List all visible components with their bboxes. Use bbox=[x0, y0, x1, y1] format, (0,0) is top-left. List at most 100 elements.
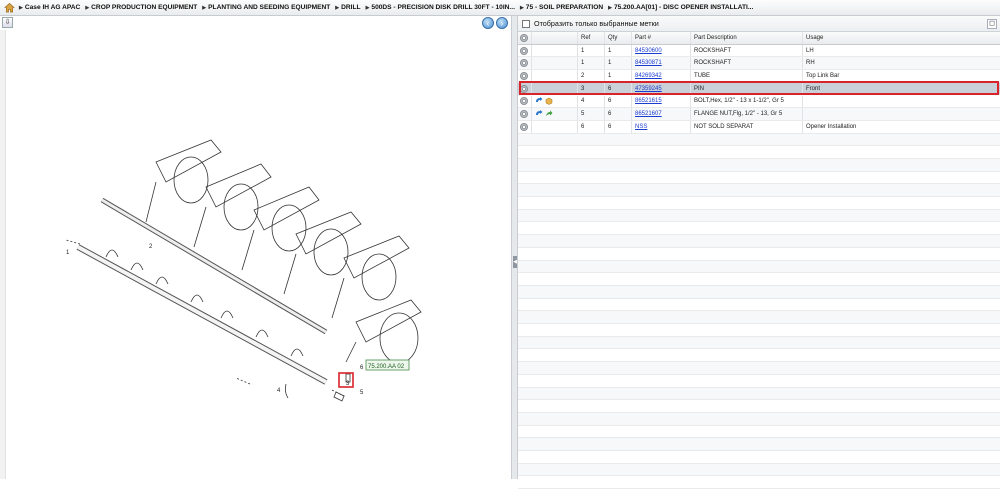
empty-row bbox=[518, 286, 1000, 299]
breadcrumb-item[interactable]: DRILL bbox=[335, 4, 360, 11]
chevron-left-icon: ‹ bbox=[487, 19, 490, 28]
cell-ref: 3 bbox=[578, 83, 605, 95]
cell-qty: 6 bbox=[605, 121, 632, 133]
cell-usage bbox=[803, 108, 1000, 120]
settings-gear-icon[interactable] bbox=[520, 34, 528, 42]
empty-row bbox=[518, 261, 1000, 274]
next-diagram-button[interactable]: › bbox=[496, 17, 508, 29]
empty-row bbox=[518, 172, 1000, 185]
expand-icon: ◻ bbox=[989, 20, 995, 27]
part-number-link[interactable]: 84530871 bbox=[635, 60, 662, 66]
callout-4: 4 bbox=[277, 388, 281, 394]
part-number-link[interactable]: 86521615 bbox=[635, 98, 662, 104]
diagram-toolbar-button[interactable]: ⇩ bbox=[2, 17, 13, 28]
cell-ref: 5 bbox=[578, 108, 605, 120]
header-desc[interactable]: Part Description bbox=[691, 32, 803, 44]
empty-row bbox=[518, 273, 1000, 286]
cell-qty: 1 bbox=[605, 70, 632, 82]
empty-row bbox=[518, 159, 1000, 172]
row-options-icon[interactable] bbox=[520, 85, 528, 93]
replacement-arrow-icon[interactable] bbox=[535, 110, 543, 118]
row-options-icon[interactable] bbox=[520, 123, 528, 131]
chevron-right-icon: › bbox=[501, 19, 504, 28]
empty-row bbox=[518, 134, 1000, 147]
header-actions bbox=[532, 32, 578, 44]
show-selected-only-checkbox[interactable] bbox=[522, 20, 530, 28]
row-options-icon[interactable] bbox=[520, 97, 528, 105]
table-row[interactable]: 6 6 NSS NOT SOLD SEPARAT Opener Installa… bbox=[518, 121, 1000, 134]
pane-splitter[interactable]: ◀ bbox=[511, 16, 518, 479]
cell-ref: 1 bbox=[578, 57, 605, 69]
table-row[interactable]: 1 1 84530871 ROCKSHAFT RH bbox=[518, 57, 1000, 70]
part-number-link[interactable]: 84269342 bbox=[635, 73, 662, 79]
ref-link-label[interactable]: 75.200.AA 02 bbox=[368, 364, 405, 370]
cell-desc: BOLT,Hex, 1/2" - 13 x 1-1/2", Gr 5 bbox=[691, 96, 803, 108]
cell-usage: Front bbox=[803, 83, 1000, 95]
breadcrumb-item[interactable]: Case IH AG APAC bbox=[19, 4, 80, 11]
cell-qty: 6 bbox=[605, 96, 632, 108]
callout-2: 2 bbox=[149, 244, 153, 250]
empty-row bbox=[518, 375, 1000, 388]
empty-row bbox=[518, 438, 1000, 451]
empty-row bbox=[518, 235, 1000, 248]
callout-1: 1 bbox=[66, 250, 70, 256]
table-row[interactable]: 2 1 84269342 TUBE Top Link Bar bbox=[518, 70, 1000, 83]
empty-row bbox=[518, 324, 1000, 337]
empty-row bbox=[518, 311, 1000, 324]
row-options-icon[interactable] bbox=[520, 47, 528, 55]
cell-qty: 6 bbox=[605, 83, 632, 95]
header-qty[interactable]: Qty bbox=[605, 32, 632, 44]
part-number-link[interactable]: 84530600 bbox=[635, 48, 662, 54]
table-row[interactable]: 4 6 86521615 BOLT,Hex, 1/2" - 13 x 1-1/2… bbox=[518, 96, 1000, 109]
cell-qty: 6 bbox=[605, 108, 632, 120]
empty-row bbox=[518, 400, 1000, 413]
prev-diagram-button[interactable]: ‹ bbox=[482, 17, 494, 29]
table-row[interactable]: 1 1 84530600 ROCKSHAFT LH bbox=[518, 45, 1000, 58]
cell-usage: RH bbox=[803, 57, 1000, 69]
cell-qty: 1 bbox=[605, 57, 632, 69]
cell-desc: ROCKSHAFT bbox=[691, 45, 803, 57]
cell-desc: PIN bbox=[691, 83, 803, 95]
row-options-icon[interactable] bbox=[520, 110, 528, 118]
cell-usage: Opener Installation bbox=[803, 121, 1000, 133]
expand-pane-button[interactable]: ◻ bbox=[987, 19, 997, 29]
green-arrow-icon[interactable] bbox=[545, 110, 553, 118]
row-options-icon[interactable] bbox=[520, 72, 528, 80]
download-icon: ⇩ bbox=[5, 19, 11, 26]
empty-row bbox=[518, 413, 1000, 426]
filter-bar: Отобразить только выбранные метки ◻ bbox=[518, 16, 1000, 32]
empty-row bbox=[518, 477, 1000, 489]
table-row[interactable]: 5 6 86521607 FLANGE NUT,Flg, 1/2" - 13, … bbox=[518, 108, 1000, 121]
cell-ref: 6 bbox=[578, 121, 605, 133]
table-row-selected[interactable]: 3 6 47359245 PIN Front bbox=[518, 83, 1000, 96]
breadcrumb-item[interactable]: 500DS - PRECISION DISK DRILL 30FT - 10IN… bbox=[366, 4, 515, 11]
package-icon[interactable] bbox=[545, 97, 553, 105]
breadcrumb: Case IH AG APAC CROP PRODUCTION EQUIPMEN… bbox=[0, 0, 1000, 16]
part-number-link[interactable]: 47359245 bbox=[635, 86, 662, 92]
empty-row bbox=[518, 388, 1000, 401]
header-part[interactable]: Part # bbox=[632, 32, 691, 44]
empty-row bbox=[518, 464, 1000, 477]
breadcrumb-item[interactable]: 75.200.AA[01] - DISC OPENER INSTALLATI..… bbox=[608, 4, 753, 11]
breadcrumb-item[interactable]: 75 - SOIL PREPARATION bbox=[520, 4, 603, 11]
cell-desc: TUBE bbox=[691, 70, 803, 82]
diagram-pane: ⇩ ‹ › bbox=[0, 16, 511, 479]
header-usage[interactable]: Usage bbox=[803, 32, 1000, 44]
collapse-arrow-icon[interactable]: ◀ bbox=[513, 256, 517, 268]
row-options-icon[interactable] bbox=[520, 59, 528, 67]
cell-ref: 2 bbox=[578, 70, 605, 82]
show-selected-only-label: Отобразить только выбранные метки bbox=[534, 19, 659, 28]
part-number-link[interactable]: 86521607 bbox=[635, 111, 662, 117]
header-ref[interactable]: Ref bbox=[578, 32, 605, 44]
empty-row bbox=[518, 426, 1000, 439]
breadcrumb-item[interactable]: PLANTING AND SEEDING EQUIPMENT bbox=[202, 4, 330, 11]
empty-row bbox=[518, 299, 1000, 312]
part-number-link[interactable]: NSS bbox=[635, 124, 647, 130]
breadcrumb-item[interactable]: CROP PRODUCTION EQUIPMENT bbox=[85, 4, 197, 11]
cell-desc: NOT SOLD SEPARAT bbox=[691, 121, 803, 133]
replacement-arrow-icon[interactable] bbox=[535, 97, 543, 105]
callout-5: 5 bbox=[360, 390, 364, 396]
home-icon[interactable] bbox=[4, 2, 15, 13]
callout-6: 6 bbox=[360, 365, 364, 371]
empty-row bbox=[518, 451, 1000, 464]
